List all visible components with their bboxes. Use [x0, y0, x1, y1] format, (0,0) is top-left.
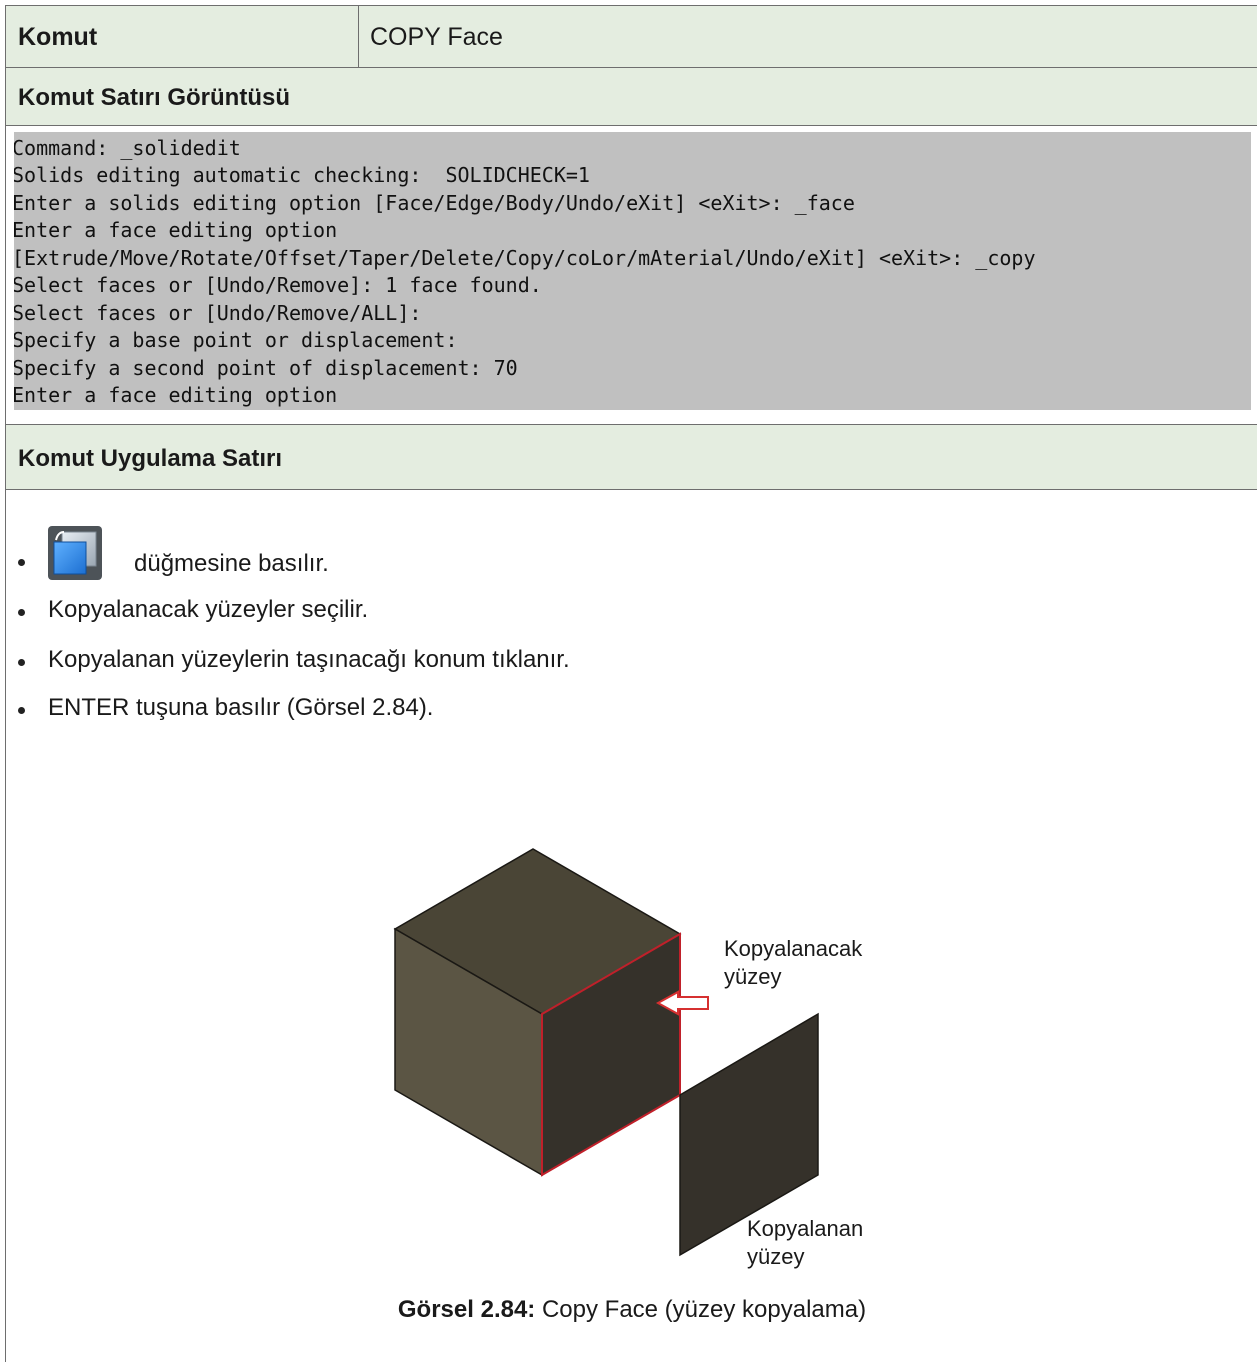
figure-caption: Görsel 2.84: Copy Face (yüzey kopyalama) [6, 1296, 1257, 1324]
source-face-label: Kopyalanacak yüzey [724, 936, 863, 989]
caption-number: Görsel 2.84: [397, 1296, 536, 1323]
copy-face-figure [393, 848, 819, 1257]
caption-text: Copy Face (yüzey kopyalama) [535, 1296, 867, 1323]
document-page: Komut COPY Face Komut Satırı Görüntüsü C… [5, 5, 1257, 1362]
copied-face-label: Kopyalanan yüzey [747, 1216, 864, 1269]
